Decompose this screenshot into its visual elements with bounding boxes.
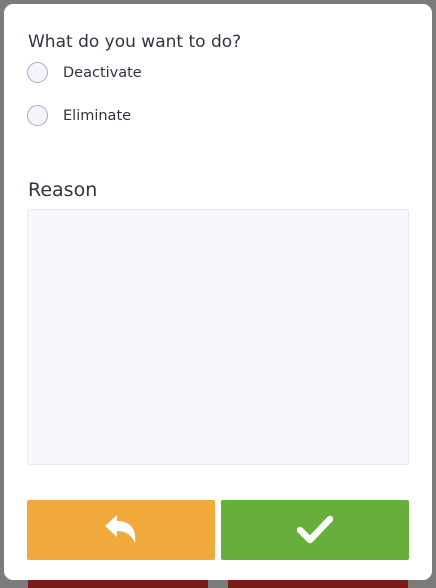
option-eliminate[interactable]: Eliminate [27, 105, 131, 126]
confirm-button[interactable] [221, 500, 409, 560]
option-deactivate-label: Deactivate [63, 64, 142, 81]
reply-arrow-icon [101, 512, 141, 549]
option-deactivate[interactable]: Deactivate [27, 62, 142, 83]
action-dialog: What do you want to do? Deactivate Elimi… [4, 4, 432, 580]
option-eliminate-label: Eliminate [63, 107, 132, 124]
radio-eliminate[interactable] [27, 105, 48, 126]
reason-heading: Reason [28, 179, 98, 201]
checkmark-icon [296, 514, 334, 547]
dialog-question: What do you want to do? [28, 32, 242, 52]
back-button[interactable] [27, 500, 215, 560]
radio-deactivate[interactable] [27, 62, 48, 83]
reason-textarea[interactable] [27, 209, 409, 465]
